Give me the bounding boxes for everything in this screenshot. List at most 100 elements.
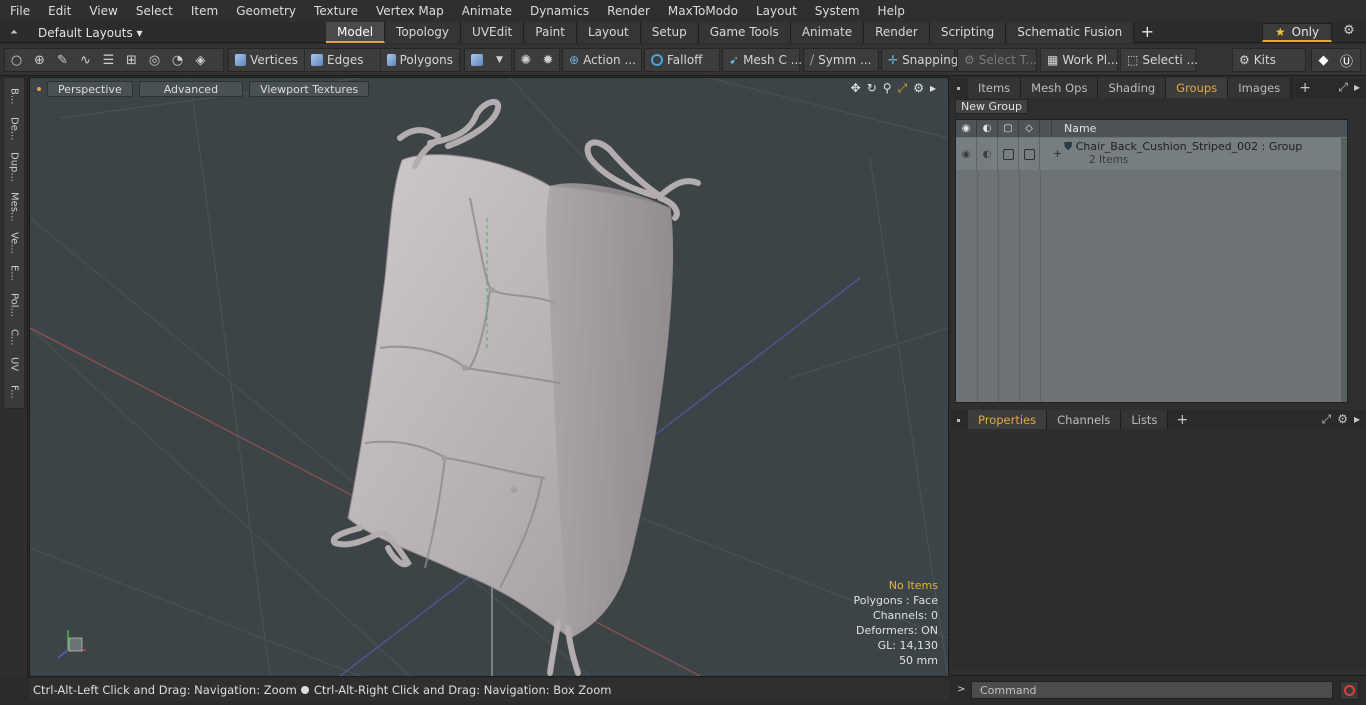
command-input[interactable] — [971, 681, 1333, 699]
tool-tab-curve[interactable]: C... — [4, 324, 24, 350]
menu-help[interactable]: Help — [868, 0, 913, 22]
tab-animate[interactable]: Animate — [790, 22, 865, 43]
tab-items[interactable]: Items — [968, 78, 1022, 98]
name-column-header[interactable]: Name — [1052, 120, 1096, 137]
tool-tab-uv[interactable]: UV — [4, 352, 24, 376]
menu-file[interactable]: File — [0, 0, 38, 22]
menu-edit[interactable]: Edit — [38, 0, 79, 22]
unreal-icon[interactable]: Ⓤ — [1335, 49, 1358, 71]
tab-game-tools[interactable]: Game Tools — [698, 22, 791, 43]
properties-arrow-icon[interactable]: ▸ — [1354, 412, 1360, 427]
gear-icon[interactable]: ⚙ — [1338, 23, 1360, 42]
material-sphere-icon[interactable]: ✺ — [515, 49, 537, 71]
menu-item[interactable]: Item — [181, 0, 226, 22]
3d-viewport[interactable]: Perspective Advanced Viewport Textures ✥… — [29, 77, 949, 677]
tool-tab-vertex[interactable]: Ve... — [4, 228, 24, 258]
mesh-constraint-button[interactable]: ➹ Mesh C ... — [723, 49, 808, 71]
kits-button[interactable]: ⚙ Kits — [1233, 49, 1282, 71]
menu-maxtomodo[interactable]: MaxToModo — [658, 0, 746, 22]
falloff-button[interactable]: Falloff — [645, 49, 708, 71]
tool-tab-mesh-edit[interactable]: Mes... — [4, 188, 24, 226]
menu-texture[interactable]: Texture — [304, 0, 366, 22]
row-select-checkbox[interactable] — [1019, 138, 1040, 170]
tab-lists[interactable]: Lists — [1121, 410, 1169, 430]
menu-geometry[interactable]: Geometry — [226, 0, 304, 22]
work-plane-button[interactable]: ▦ Work Pl... — [1041, 49, 1125, 71]
group-row[interactable]: ◉ ◐ + ⛊ Chair_Back_Cushion_Striped_002 :… — [956, 138, 1347, 170]
pen-icon[interactable]: ✎ — [51, 49, 74, 71]
properties-menu-dot-icon[interactable] — [957, 418, 960, 422]
target-icon[interactable]: ◎ — [143, 49, 166, 71]
menu-render[interactable]: Render — [597, 0, 658, 22]
symmetry-button[interactable]: ⧸ Symm ... — [804, 49, 877, 71]
snapping-button[interactable]: ✛ Snapping — [882, 49, 964, 71]
lock-icon[interactable]: ▢ — [998, 120, 1019, 137]
tab-model[interactable]: Model — [326, 22, 386, 43]
expand-plus-icon[interactable]: + — [1053, 147, 1062, 160]
tab-shading[interactable]: Shading — [1098, 78, 1167, 98]
menu-vertex-map[interactable]: Vertex Map — [366, 0, 452, 22]
command-stop-icon[interactable] — [1340, 681, 1359, 700]
render-icon[interactable]: ◐ — [977, 120, 998, 137]
tab-images[interactable]: Images — [1228, 78, 1292, 98]
tab-layout[interactable]: Layout — [576, 22, 641, 43]
properties-expand-icon[interactable]: ⤢ — [1322, 412, 1332, 427]
menu-system[interactable]: System — [805, 0, 868, 22]
tab-uvedit[interactable]: UVEdit — [461, 22, 525, 43]
expand-panel-icon[interactable]: ⤢ — [1338, 80, 1348, 95]
perspective-dropdown[interactable]: Perspective — [47, 81, 133, 97]
selection-sets-button[interactable]: ⬚ Selecti ... — [1121, 49, 1204, 71]
tool-tab-fusion[interactable]: F... — [4, 378, 24, 406]
properties-gear-icon[interactable]: ⚙ — [1337, 412, 1348, 427]
dropdown-arrow-icon[interactable]: ▼ — [488, 49, 511, 71]
row-lock-checkbox[interactable] — [998, 138, 1019, 170]
action-center-button[interactable]: ⊕ Action ... — [563, 49, 642, 71]
globe-icon[interactable]: ⊕ — [28, 49, 51, 71]
tool-tab-basic[interactable]: B... — [4, 82, 24, 110]
tool-tab-edge[interactable]: E... — [4, 260, 24, 286]
menu-layout[interactable]: Layout — [746, 0, 805, 22]
tab-mesh-ops[interactable]: Mesh Ops — [1021, 78, 1099, 98]
tab-topology[interactable]: Topology — [385, 22, 462, 43]
center-icon[interactable]: ⊞ — [120, 49, 143, 71]
tab-paint[interactable]: Paint — [524, 22, 577, 43]
command-arrow-icon[interactable]: > — [957, 684, 965, 695]
edges-button[interactable]: Edges — [305, 49, 381, 71]
align-icon[interactable]: ☰ — [97, 49, 120, 71]
groups-list-scrollbar[interactable] — [1341, 138, 1347, 402]
circle-select-icon[interactable]: ○ — [5, 49, 28, 71]
tab-channels[interactable]: Channels — [1047, 410, 1122, 430]
add-panel-tab-plus-icon[interactable]: + — [1291, 80, 1319, 96]
viewport-textures-dropdown[interactable]: Viewport Textures — [249, 81, 370, 97]
polygons-button[interactable]: Polygons — [381, 49, 459, 71]
menu-dynamics[interactable]: Dynamics — [520, 0, 597, 22]
collapse-arrow-icon[interactable]: ⏶ — [0, 22, 28, 43]
select-through-button[interactable]: ⚙ Select T... — [958, 49, 1043, 71]
select-cube-icon[interactable]: ◇ — [1019, 120, 1040, 137]
item-cube-icon[interactable] — [465, 49, 488, 71]
tab-setup[interactable]: Setup — [640, 22, 699, 43]
menu-select[interactable]: Select — [126, 0, 181, 22]
layout-select[interactable]: Default Layouts ▾ — [28, 26, 143, 40]
tab-properties[interactable]: Properties — [968, 410, 1048, 430]
vertices-button[interactable]: Vertices — [229, 49, 305, 71]
row-visibility-eye-icon[interactable]: ◉ — [956, 138, 977, 170]
visibility-eye-icon[interactable]: ◉ — [956, 120, 977, 137]
only-button[interactable]: ★ Only — [1262, 23, 1332, 42]
tab-schematic-fusion[interactable]: Schematic Fusion — [1006, 22, 1135, 43]
add-tab-plus-icon[interactable]: + — [1134, 22, 1160, 43]
tool-tab-deform[interactable]: De... — [4, 112, 24, 146]
tab-render[interactable]: Render — [864, 22, 930, 43]
shield-icon[interactable]: ◈ — [189, 49, 212, 71]
panel-menu-dot-icon[interactable] — [957, 86, 960, 90]
menu-animate[interactable]: Animate — [452, 0, 520, 22]
menu-view[interactable]: View — [79, 0, 125, 22]
viewport-menu-dot-icon[interactable] — [37, 87, 41, 91]
tool-tab-duplicate[interactable]: Dup... — [4, 148, 24, 186]
dial-icon[interactable]: ◔ — [166, 49, 189, 71]
add-properties-tab-plus-icon[interactable]: + — [1168, 412, 1196, 428]
unity-icon[interactable]: ◆ — [1312, 49, 1335, 71]
tool-tab-polygon[interactable]: Pol... — [4, 288, 24, 322]
brush-icon[interactable]: ∿ — [74, 49, 97, 71]
panel-arrow-icon[interactable]: ▸ — [1354, 80, 1360, 95]
